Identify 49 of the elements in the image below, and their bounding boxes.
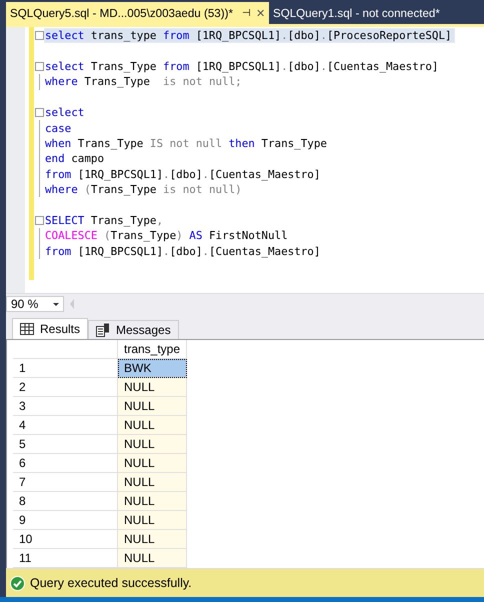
table-cell[interactable]: BWK [118, 358, 187, 378]
collapse-icon[interactable] [35, 62, 44, 71]
code-line: end campo [45, 152, 106, 166]
check-icon [10, 576, 25, 590]
document-icon [96, 323, 110, 337]
table-cell[interactable]: NULL [118, 472, 187, 492]
close-icon[interactable]: ✕ [256, 6, 265, 20]
row-number: 2 [13, 378, 118, 396]
table-cell[interactable]: NULL [118, 492, 187, 510]
row-number: 7 [13, 472, 118, 492]
caret-icon [53, 302, 59, 306]
code-line: where (Trans_Type is not null) [45, 183, 243, 196]
code-line: from [1RQ_BPCSQL1].[dbo].[Cuentas_Maestro] [45, 168, 322, 181]
code-editor[interactable] [6, 24, 484, 293]
row-number: 1 [13, 358, 118, 378]
grid-icon [20, 323, 34, 335]
results-tab[interactable]: Results [12, 318, 88, 339]
row-number: 3 [13, 396, 118, 416]
document-tab[interactable]: SQLQuery5.sql - MD...005\z003aedu (53))* ⊣ ✕ [6, 2, 269, 24]
table-cell[interactable]: NULL [118, 530, 187, 548]
collapse-icon[interactable] [35, 31, 44, 40]
table-cell[interactable]: NULL [118, 378, 187, 396]
collapse-icon[interactable] [35, 108, 44, 117]
table-cell[interactable]: NULL [118, 396, 187, 416]
table-cell[interactable]: NULL [118, 510, 187, 530]
code-line: case [45, 122, 72, 135]
pin-icon[interactable]: ⊣ [242, 7, 251, 19]
row-number: 9 [13, 510, 118, 530]
row-number: 10 [13, 530, 118, 548]
zoom-dropdown[interactable]: 90 % [6, 296, 64, 312]
results-tab[interactable]: Messages [88, 320, 179, 339]
row-number: 8 [13, 492, 118, 510]
status-message: Query executed successfully. [30, 576, 192, 590]
table-cell[interactable]: NULL [118, 548, 187, 568]
code-line: from [1RQ_BPCSQL1].[dbo].[Cuentas_Maestro] [45, 244, 322, 258]
row-number: 5 [13, 434, 118, 454]
table-cell[interactable]: NULL [118, 434, 187, 454]
code-line: SELECT Trans_Type, [45, 214, 164, 227]
document-tab[interactable]: SQLQuery1.sql - not connected* [268, 2, 444, 24]
code-line: where Trans_Type is not null; [45, 75, 243, 88]
row-number: 6 [13, 454, 118, 472]
table-cell[interactable]: NULL [118, 454, 187, 472]
code-line: when Trans_Type IS not null then Trans_Type [45, 136, 328, 150]
collapse-icon[interactable] [35, 216, 44, 225]
row-number: 4 [13, 416, 118, 434]
code-line: select Trans_Type from [1RQ_BPCSQL1].[dbo].[Cuentas_Maestro] [45, 60, 440, 73]
table-cell[interactable]: NULL [118, 416, 187, 434]
code-line: COALESCE (Trans_Type) AS FirstNotNull [45, 229, 289, 242]
code-line: select [45, 106, 86, 120]
